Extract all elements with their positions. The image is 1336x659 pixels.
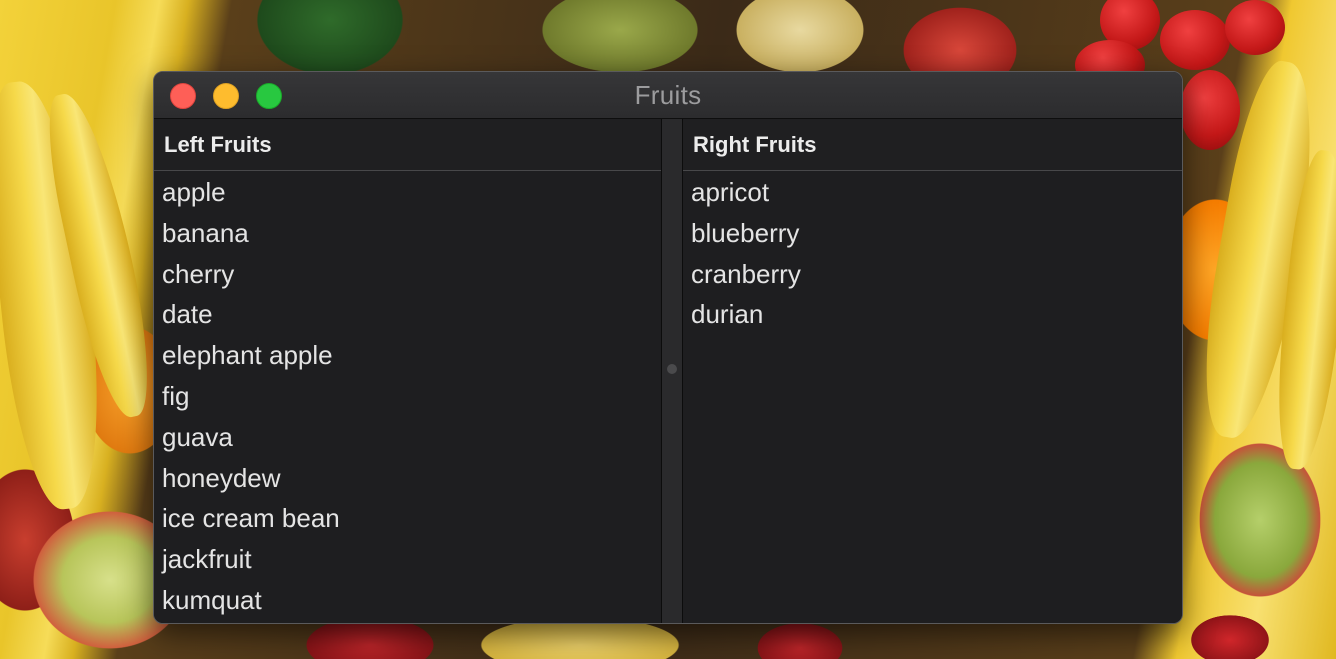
list-item[interactable]: date [154, 294, 661, 335]
list-item[interactable]: blueberry [683, 213, 1182, 254]
fruits-window: Fruits Left Fruits apple banana cherry d… [153, 71, 1183, 624]
list-item[interactable]: apricot [683, 172, 1182, 213]
list-item[interactable]: cranberry [683, 254, 1182, 295]
list-item[interactable]: ice cream bean [154, 498, 661, 539]
list-item[interactable]: elephant apple [154, 335, 661, 376]
right-pane-header-label: Right Fruits [693, 132, 817, 157]
list-item[interactable]: kumquat [154, 580, 661, 621]
right-pane-header[interactable]: Right Fruits [683, 119, 1182, 171]
wallpaper-strawberry [1225, 0, 1285, 55]
splitter-grip-icon[interactable] [667, 364, 677, 374]
left-fruit-list: apple banana cherry date elephant apple … [154, 172, 661, 621]
left-fruits-pane: Left Fruits apple banana cherry date ele… [154, 119, 661, 623]
window-title: Fruits [634, 80, 702, 110]
list-item[interactable]: jackfruit [154, 539, 661, 580]
right-fruit-list: apricot blueberry cranberry durian [683, 172, 1182, 335]
list-item[interactable]: cherry [154, 254, 661, 295]
left-pane-header-label: Left Fruits [164, 132, 272, 157]
left-pane-header[interactable]: Left Fruits [154, 119, 661, 171]
list-item[interactable]: honeydew [154, 458, 661, 499]
list-item[interactable]: apple [154, 172, 661, 213]
right-fruits-pane: Right Fruits apricot blueberry cranberry… [683, 119, 1182, 623]
list-item[interactable]: banana [154, 213, 661, 254]
list-item[interactable]: guava [154, 417, 661, 458]
list-item[interactable]: fig [154, 376, 661, 417]
wallpaper-strawberry [1160, 10, 1230, 70]
wallpaper-strawberry [1180, 70, 1240, 150]
title-bar[interactable]: Fruits [154, 72, 1182, 119]
split-view: Left Fruits apple banana cherry date ele… [154, 119, 1182, 623]
pane-splitter[interactable] [661, 119, 683, 623]
list-item[interactable]: durian [683, 294, 1182, 335]
